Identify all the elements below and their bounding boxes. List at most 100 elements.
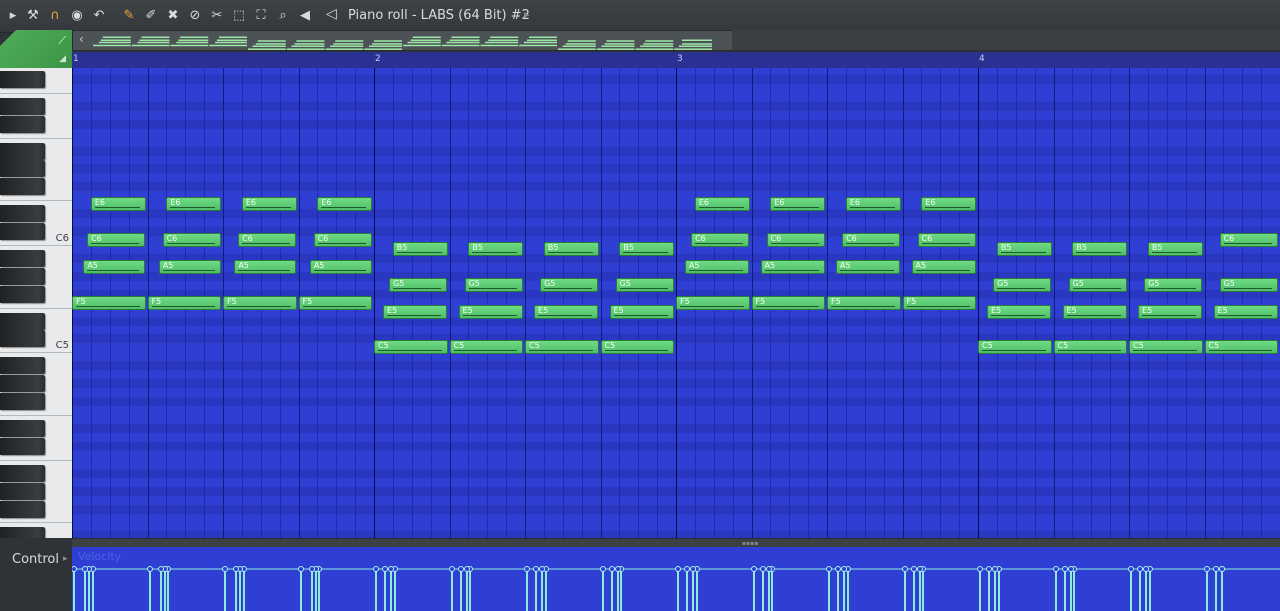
velocity-stem[interactable] [450,569,453,611]
speaker-icon[interactable]: ◀ [296,7,314,25]
velocity-stem[interactable] [979,569,981,611]
velocity-stem[interactable] [148,569,151,611]
black-key[interactable] [0,70,45,88]
timeline-ruler[interactable]: 1 2 3 4 [72,52,1280,69]
note[interactable]: B5 [1072,241,1127,256]
velocity-stem[interactable] [918,569,921,611]
black-key[interactable] [0,115,45,133]
velocity-stem[interactable] [88,569,91,611]
note[interactable]: G5 [1219,277,1278,292]
delete-icon[interactable]: ✖ [164,7,182,25]
velocity-stem[interactable] [771,569,774,611]
black-key[interactable] [0,142,45,160]
velocity-handle[interactable] [1203,566,1210,572]
note[interactable]: G5 [464,277,523,292]
black-key[interactable] [0,330,45,348]
velocity-stem[interactable] [601,569,604,611]
note[interactable]: E5 [1062,304,1127,319]
velocity-stem[interactable] [159,569,162,611]
velocity-handle[interactable] [1067,566,1074,572]
magnet-icon[interactable]: ∩ [46,7,64,25]
velocity-stem[interactable] [846,569,849,611]
velocity-stem[interactable] [994,569,997,611]
note[interactable]: E6 [694,197,750,212]
note[interactable]: G5 [1068,277,1127,292]
velocity-stem[interactable] [616,569,619,611]
black-key[interactable] [0,97,45,115]
velocity-stem[interactable] [903,569,906,611]
note[interactable]: F5 [223,295,297,310]
black-key[interactable] [0,249,45,267]
velocity-stem[interactable] [837,569,840,611]
note[interactable]: E6 [90,197,146,212]
velocity-stem[interactable] [299,569,302,611]
note[interactable]: E5 [987,304,1052,319]
velocity-stem[interactable] [84,569,87,611]
velocity-handle[interactable] [222,566,228,572]
pencil-icon[interactable]: ✎ [120,7,138,25]
velocity-stem[interactable] [677,569,679,611]
note[interactable]: C6 [238,233,297,247]
note[interactable]: E6 [921,197,976,212]
velocity-stem[interactable] [535,569,538,611]
note[interactable]: A5 [83,259,146,274]
velocity-stem[interactable] [767,569,770,611]
velocity-stem[interactable] [541,569,544,611]
note[interactable]: E5 [1138,304,1203,319]
zoom-icon[interactable]: ⌕ [274,7,292,25]
note[interactable]: G5 [615,277,674,292]
note[interactable]: G5 [993,277,1052,292]
note[interactable]: C6 [842,233,901,247]
velocity-stem[interactable] [761,569,764,611]
velocity-stem[interactable] [1054,569,1057,611]
velocity-handle[interactable] [765,566,772,572]
black-key[interactable] [0,527,45,538]
velocity-handle[interactable] [977,566,983,572]
stamp-icon[interactable]: ◉ [68,7,86,25]
velocity-stem[interactable] [1063,569,1066,611]
black-key[interactable] [0,464,45,482]
title-menu-arrow-icon[interactable]: ▸ [524,8,530,21]
velocity-stem[interactable] [469,569,472,611]
velocity-stem[interactable] [167,569,170,611]
velocity-stem[interactable] [1214,569,1217,611]
note[interactable]: F5 [298,295,372,310]
note-grid[interactable]: E6 E6 E6 E6 C6 C6 C6 C6 A5 A5 A5 A5 F5 F5 F5 F5 B5 B5 B5 B5… [72,68,1280,538]
velocity-handle[interactable] [463,566,470,572]
velocity-handle[interactable] [835,566,842,572]
velocity-stem[interactable] [235,569,238,611]
velocity-stem[interactable] [314,569,317,611]
velocity-handle[interactable] [916,566,923,572]
black-key[interactable] [0,419,45,437]
note[interactable]: E5 [458,304,523,319]
note[interactable]: C5 [449,340,523,355]
note[interactable]: B5 [392,241,448,256]
note[interactable]: A5 [158,259,221,274]
note[interactable]: F5 [827,295,901,310]
black-key[interactable] [0,178,45,196]
note[interactable]: F5 [72,295,146,310]
velocity-handle[interactable] [901,566,908,572]
velocity-handle[interactable] [614,566,621,572]
note[interactable]: A5 [836,259,901,274]
note[interactable]: E5 [534,304,599,319]
note[interactable]: B5 [619,241,674,256]
slice-icon[interactable]: ✂ [208,7,226,25]
note[interactable]: G5 [1144,277,1203,292]
note[interactable]: E5 [609,304,674,319]
velocity-stem[interactable] [318,569,321,611]
velocity-stem[interactable] [224,569,226,611]
note[interactable]: C5 [1053,340,1127,355]
velocity-stem[interactable] [73,569,75,611]
velocity-stem[interactable] [526,569,528,611]
velocity-handle[interactable] [1061,566,1068,572]
note[interactable]: B5 [468,241,523,256]
black-key[interactable] [0,500,45,518]
note[interactable]: F5 [751,295,825,310]
black-key[interactable] [0,437,45,455]
velocity-handle[interactable] [157,566,164,572]
black-key[interactable] [0,285,45,303]
note[interactable]: C5 [1129,340,1203,355]
note[interactable]: C5 [525,340,599,355]
velocity-stem[interactable] [1130,569,1132,611]
